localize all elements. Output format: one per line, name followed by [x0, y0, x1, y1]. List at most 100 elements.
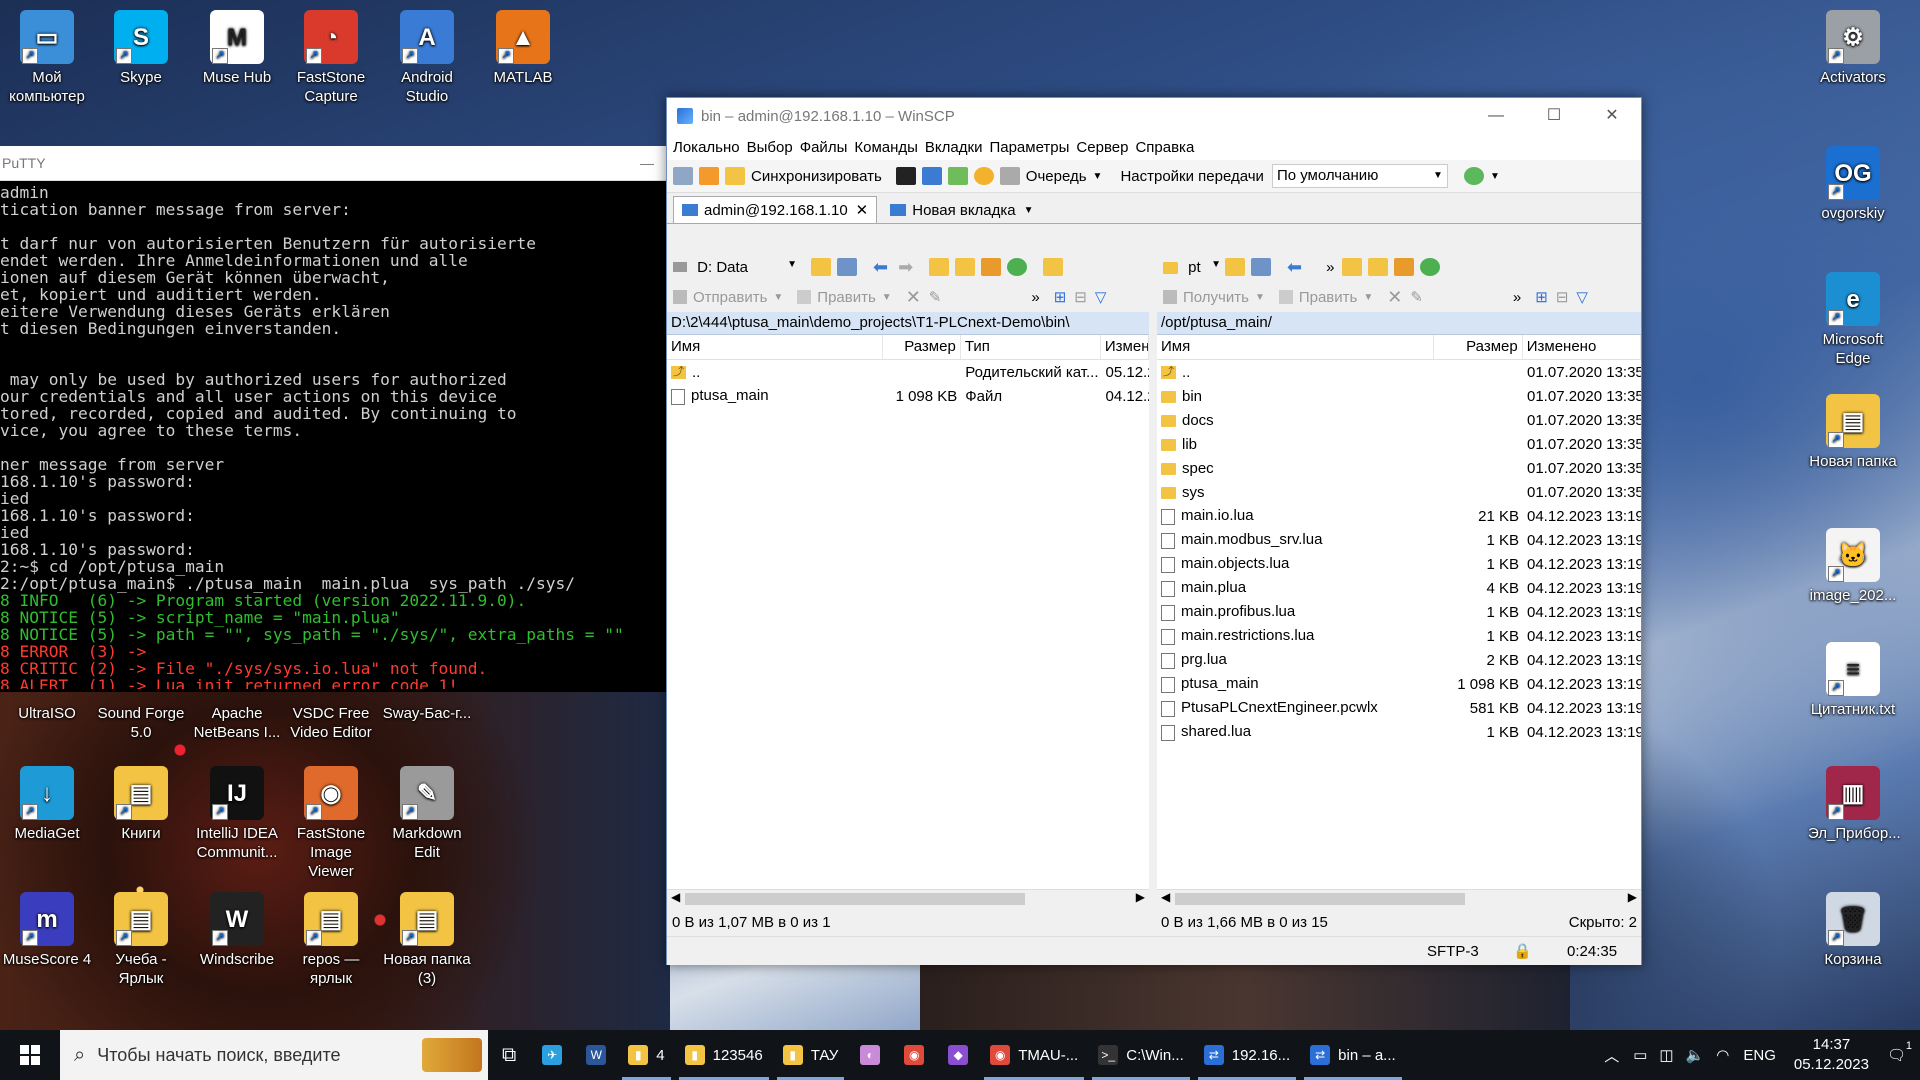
local-pane[interactable]: D: Data ▼ ⬅ ➡ Отправить ▼ Править ▼ ✕ ✎ … [667, 252, 1149, 908]
queue-icon[interactable] [999, 167, 1020, 185]
chevron-up-icon[interactable]: ︿ [1604, 1045, 1619, 1066]
table-row[interactable]: sys 01.07.2020 13:35:5 [1157, 480, 1641, 504]
refresh-icon[interactable] [1007, 258, 1028, 276]
compare-icon[interactable] [673, 167, 693, 185]
menu-item[interactable]: Команды [854, 139, 918, 156]
taskbar-item[interactable]: ✈ [530, 1030, 574, 1080]
taskbar-item[interactable]: ◉ [892, 1030, 936, 1080]
col-name[interactable]: Имя [1157, 335, 1435, 359]
desktop-icon[interactable]: VSDC Free Video Editor [286, 704, 376, 742]
desktop-icon[interactable]: M ↗ Muse Hub [192, 10, 282, 87]
rename-icon[interactable]: ✎ [1410, 288, 1423, 306]
table-row[interactable]: main.plua 4 KB 04.12.2023 13:19:0 [1157, 576, 1641, 600]
filter-mark-icon[interactable]: ▽ [1095, 288, 1107, 306]
collapse-icon[interactable]: ⊟ [1074, 288, 1087, 306]
table-row[interactable]: main.restrictions.lua 1 KB 04.12.2023 13:1… [1157, 624, 1641, 648]
desktop-icon[interactable]: ▤ ↗ Новая папка (3) [382, 892, 472, 988]
menu-item[interactable]: Сервер [1076, 139, 1128, 156]
desktop-icon[interactable]: ◉ ↗ FastStone Image Viewer [286, 766, 376, 881]
menu-item[interactable]: Локально [673, 139, 740, 156]
refresh-icon[interactable] [1420, 258, 1441, 276]
drive-select[interactable]: D: Data ▼ [673, 259, 801, 276]
new-icon[interactable]: ⊞ [1054, 288, 1067, 306]
volume-icon[interactable]: 🔈 [1686, 1046, 1705, 1064]
desktop-icon[interactable]: ▤ ↗ Книги [96, 766, 186, 843]
chevron-down-icon[interactable]: ▼ [1363, 292, 1373, 303]
desktop-icon[interactable]: ▭ ↗ Мой компьютер [2, 10, 92, 106]
desktop-icon[interactable]: ≡ ↗ Цитатник.txt [1808, 642, 1898, 719]
local-hscroll[interactable]: ◀ ▶ [667, 889, 1149, 908]
table-row[interactable]: lib 01.07.2020 13:35:5 [1157, 432, 1641, 456]
wifi-icon[interactable]: ◠ [1716, 1046, 1729, 1064]
chevron-down-icon[interactable]: ▼ [1490, 171, 1500, 182]
maximize-button[interactable]: ☐ [1525, 98, 1583, 134]
taskbar-item[interactable]: ◉ TMAU-... [980, 1030, 1088, 1080]
language-indicator[interactable]: ENG [1743, 1047, 1776, 1064]
edit-button[interactable]: Править [1299, 289, 1358, 306]
forward-icon[interactable]: ➡ [898, 257, 913, 278]
taskbar-item[interactable]: W [574, 1030, 618, 1080]
open-folder-icon[interactable] [811, 258, 831, 276]
remote-hscroll[interactable]: ◀ ▶ [1157, 889, 1641, 908]
new-icon[interactable]: ⊞ [1535, 288, 1548, 306]
globe-icon[interactable] [1463, 167, 1484, 185]
desktop-icon[interactable]: ▥ ↗ Эл_Прибор... [1808, 766, 1901, 843]
queue-button[interactable]: Очередь [1026, 168, 1087, 185]
remote-path[interactable]: /opt/ptusa_main/ [1157, 312, 1641, 335]
rename-icon[interactable]: ✎ [929, 288, 942, 306]
delete-icon[interactable]: ✕ [906, 287, 921, 308]
taskbar-item[interactable]: >_ C:\Win... [1088, 1030, 1194, 1080]
more-icon[interactable]: » [1513, 289, 1521, 306]
desktop-icon[interactable]: 🐱 ↗ image_202... [1808, 528, 1898, 605]
col-date[interactable]: Измен [1101, 335, 1149, 359]
local-path[interactable]: D:\2\444\ptusa_main\demo_projects\T1-PLC… [667, 312, 1149, 335]
menu-item[interactable]: Вкладки [925, 139, 983, 156]
preferences-icon[interactable] [973, 167, 994, 185]
refresh-session-icon[interactable] [947, 167, 968, 185]
search-box[interactable]: ⌕ Чтобы начать поиск, введите [60, 1030, 488, 1080]
col-type[interactable]: Тип [961, 335, 1101, 359]
camera-icon[interactable]: ◫ [1659, 1046, 1673, 1064]
col-size[interactable]: Размер [1434, 335, 1523, 359]
scroll-thumb[interactable] [1175, 893, 1465, 905]
desktop-icon[interactable]: ▤ ↗ Новая папка [1808, 394, 1898, 471]
desktop-icon[interactable]: ▲ ↗ MATLAB [478, 10, 568, 87]
table-row[interactable]: ⤴.. 01.07.2020 13:35:4 [1157, 360, 1641, 384]
col-name[interactable]: Имя [667, 335, 884, 359]
close-icon[interactable]: ✕ [856, 201, 869, 219]
tab-new[interactable]: Новая вкладка ▼ [881, 196, 1043, 223]
desktop-icon[interactable]: ▤ ↗ Учеба - Ярлык [96, 892, 186, 988]
chevron-down-icon[interactable]: ▼ [1093, 171, 1103, 182]
drive-select[interactable]: pt ▼ [1163, 259, 1225, 276]
col-date[interactable]: Изменено [1523, 335, 1641, 359]
menu-item[interactable]: Выбор [747, 139, 793, 156]
back-icon[interactable]: ⬅ [1287, 257, 1302, 278]
battery-icon[interactable]: ▭ [1633, 1046, 1647, 1064]
root-dir-icon[interactable] [955, 258, 976, 276]
minimize-button[interactable]: — [1467, 98, 1525, 134]
delete-icon[interactable]: ✕ [1387, 287, 1402, 308]
hidden-count[interactable]: Скрыто: 2 [1569, 914, 1637, 931]
desktop-icon[interactable]: m ↗ MuseScore 4 [2, 892, 92, 969]
desktop-icon[interactable]: ◔ ↗ FastStone Capture [286, 10, 376, 106]
clock[interactable]: 14:37 05.12.2023 [1794, 1035, 1869, 1075]
desktop-icon[interactable]: ↓ ↗ MediaGet [2, 766, 92, 843]
collapse-icon[interactable]: ⊟ [1556, 288, 1569, 306]
putty-window[interactable]: PuTTY — admin tication banner message fr… [0, 146, 668, 692]
chevron-down-icon[interactable]: ▼ [882, 292, 892, 303]
menu-item[interactable]: Файлы [800, 139, 848, 156]
remote-pane[interactable]: pt ▼ ⬅ » Получить ▼ Править ▼ ✕ ✎ » ⊞ ⊟ … [1157, 252, 1641, 908]
taskbar-item[interactable]: ▮ 4 [618, 1030, 674, 1080]
minimize-button[interactable]: — [640, 146, 654, 180]
desktop-icon[interactable]: Sway-Бас-г... [382, 704, 472, 723]
desktop-icon[interactable]: W ↗ Windscribe [192, 892, 282, 969]
desktop-icon[interactable]: IJ ↗ IntelliJ IDEA Communit... [192, 766, 282, 862]
sync-browse-icon[interactable] [699, 167, 719, 185]
col-size[interactable]: Размер [883, 335, 961, 359]
find-icon[interactable] [1043, 258, 1064, 276]
sync-icon[interactable] [725, 167, 745, 185]
desktop-icon[interactable]: A ↗ Android Studio [382, 10, 472, 106]
table-row[interactable]: main.modbus_srv.lua 1 KB 04.12.2023 13:19:… [1157, 528, 1641, 552]
filter-icon[interactable] [1251, 258, 1271, 276]
desktop-icon[interactable]: Sound Forge 5.0 [96, 704, 186, 742]
